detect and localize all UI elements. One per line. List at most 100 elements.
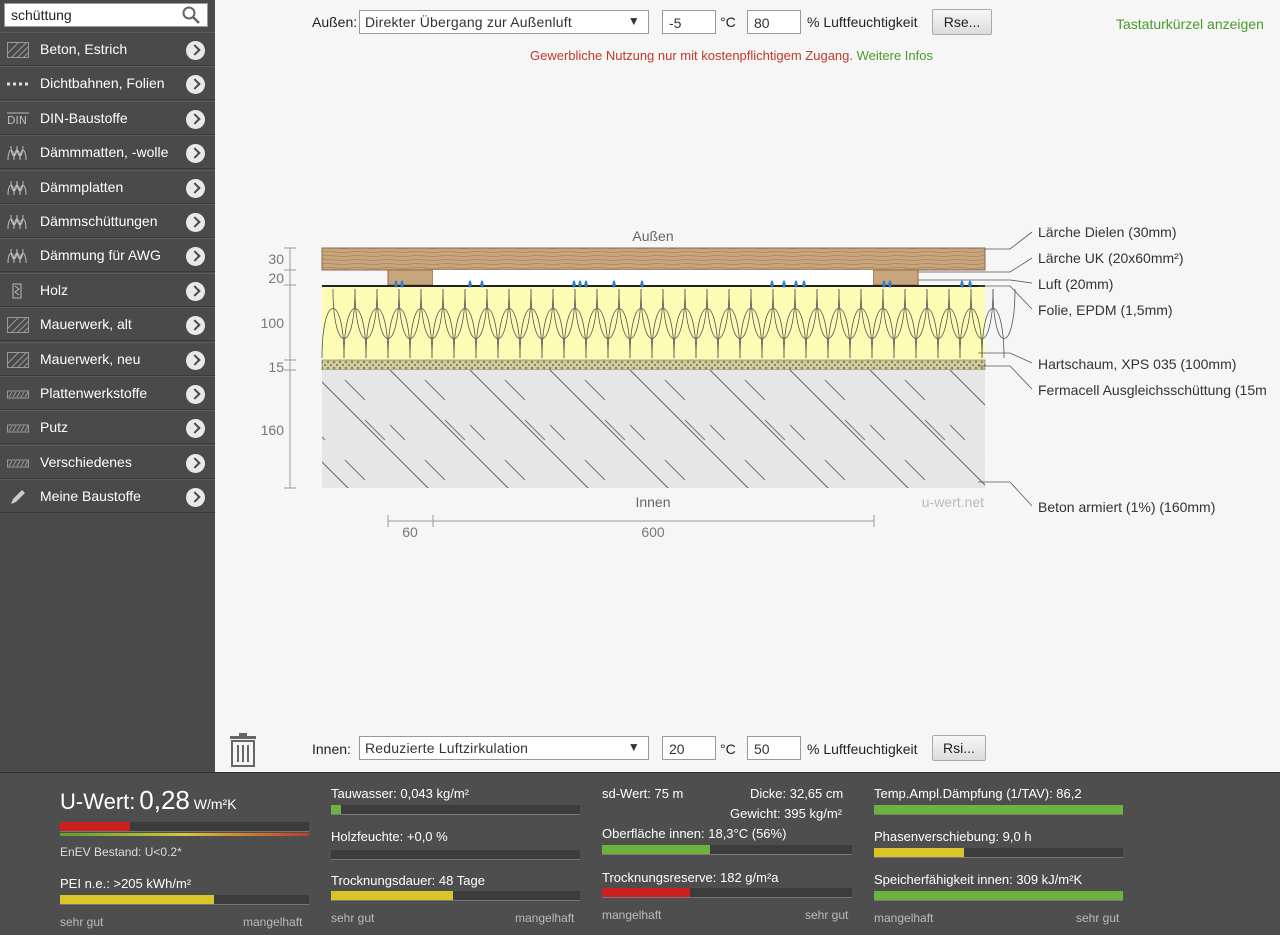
sidebar-category-label: Putz bbox=[40, 419, 69, 436]
inside-temp-input[interactable]: 20 bbox=[662, 736, 716, 760]
sidebar-category[interactable]: Mauerwerk, alt bbox=[0, 307, 215, 342]
inside-condition-select[interactable]: Reduzierte Luftzirkulation ▼ bbox=[359, 736, 649, 760]
search-input[interactable] bbox=[5, 4, 177, 26]
hatch-icon bbox=[6, 316, 30, 334]
sd-label: sd-Wert: 75 m bbox=[602, 786, 684, 801]
sidebar-category[interactable]: Putz bbox=[0, 410, 215, 445]
chevron-right-icon[interactable] bbox=[186, 385, 205, 404]
wood-icon bbox=[7, 283, 29, 299]
layer-concrete bbox=[322, 370, 985, 488]
trocknungsreserve-bar bbox=[602, 888, 852, 898]
outside-temp-unit: °C bbox=[720, 14, 736, 30]
results-panel: U-Wert: 0,28 W/m²K EnEV Bestand: U<0.2* … bbox=[0, 772, 1280, 935]
oberflaeche-bar bbox=[602, 845, 852, 855]
rsi-button[interactable]: Rsi... bbox=[932, 735, 986, 761]
outside-humidity-input[interactable]: 80 bbox=[747, 10, 801, 34]
chevron-right-icon[interactable] bbox=[186, 488, 205, 508]
layer-diagram: Außen 30 20 100 15 160 Innen u-wert.net … bbox=[230, 210, 1280, 553]
layer-label-concrete: Beton armiert (1%) (160mm) bbox=[1038, 499, 1215, 515]
sidebar-category-label: Dämmplatten bbox=[40, 178, 124, 195]
inside-label: Innen: bbox=[312, 741, 351, 757]
sidebar-category[interactable]: Beton, Estrich bbox=[0, 32, 215, 66]
scale-good-4: sehr gut bbox=[1076, 911, 1120, 925]
trash-icon[interactable] bbox=[229, 733, 257, 767]
tauwasser-bar bbox=[331, 805, 580, 815]
chevron-right-icon[interactable] bbox=[186, 247, 205, 267]
thickness-30: 30 bbox=[268, 251, 284, 267]
sidebar-category[interactable]: Dämmschüttungen bbox=[0, 204, 215, 238]
trocknungsreserve-label: Trocknungsreserve: 182 g/m²a bbox=[602, 870, 779, 885]
chevron-right-icon[interactable] bbox=[186, 109, 205, 129]
sidebar-category[interactable]: Plattenwerkstoffe bbox=[0, 376, 215, 410]
outside-condition-select[interactable]: Direkter Übergang zur Außenluft ▼ bbox=[359, 10, 649, 34]
sidebar-category[interactable]: Verschiedenes bbox=[0, 444, 215, 479]
chevron-right-icon[interactable] bbox=[186, 281, 205, 301]
thickness-20: 20 bbox=[268, 270, 284, 286]
layer-larch-boards bbox=[321, 247, 986, 271]
chevron-right-icon[interactable] bbox=[186, 213, 205, 232]
sidebar-category[interactable]: Dämmplatten bbox=[0, 169, 215, 204]
chevron-right-icon[interactable] bbox=[186, 41, 205, 60]
chevron-right-icon[interactable] bbox=[186, 144, 205, 164]
chevron-right-icon[interactable] bbox=[186, 75, 205, 95]
tauwasser-label: Tauwasser: 0,043 kg/m² bbox=[331, 786, 470, 801]
sidebar-category-label: Dämmung für AWG bbox=[40, 247, 161, 264]
thickness-160: 160 bbox=[261, 422, 285, 438]
commercial-notice: Gewerbliche Nutzung nur mit kostenpflich… bbox=[530, 48, 933, 63]
thickness-100: 100 bbox=[261, 315, 285, 331]
sidebar-category[interactable]: Mauerwerk, neu bbox=[0, 341, 215, 376]
scale-good-3: sehr gut bbox=[805, 908, 849, 922]
insulation-icon bbox=[7, 248, 29, 264]
sidebar-category-label: Dämmschüttungen bbox=[40, 213, 158, 229]
outside-label: Außen: bbox=[312, 14, 358, 30]
chevron-right-icon[interactable] bbox=[186, 453, 205, 473]
chevron-right-icon[interactable] bbox=[186, 316, 205, 336]
scale-bad-1: mangelhaft bbox=[243, 915, 303, 929]
search-box[interactable] bbox=[4, 3, 208, 27]
sidebar-category[interactable]: Dichtbahnen, Folien bbox=[0, 66, 215, 101]
oberflaeche-fill bbox=[602, 845, 710, 854]
scale-good-2: sehr gut bbox=[331, 911, 375, 925]
outside-temp-input[interactable]: -5 bbox=[662, 10, 716, 34]
thickness-dimension bbox=[284, 247, 296, 489]
dropdown-arrow-icon: ▼ bbox=[627, 740, 640, 754]
trocknungsdauer-fill bbox=[331, 891, 453, 900]
dicke-label: Dicke: 32,65 cm bbox=[750, 786, 844, 801]
inside-temp-unit: °C bbox=[720, 741, 736, 757]
shortcuts-link[interactable]: Tastaturkürzel anzeigen bbox=[1116, 16, 1264, 32]
scale-good-1: sehr gut bbox=[60, 915, 104, 929]
rse-button[interactable]: Rse... bbox=[932, 9, 992, 35]
sidebar-category[interactable]: Meine Baustoffe bbox=[0, 479, 215, 514]
outside-humidity-label: % Luftfeuchtigkeit bbox=[807, 14, 918, 30]
hatch-icon bbox=[6, 41, 30, 59]
tav-label: Temp.Ampl.Dämpfung (1/TAV): 86,2 bbox=[874, 786, 1082, 801]
sidebar-category[interactable]: Dämmung für AWG bbox=[0, 238, 215, 273]
inside-humidity-input[interactable]: 50 bbox=[747, 736, 801, 760]
uwert-fill bbox=[60, 822, 130, 831]
membrane-icon bbox=[7, 76, 29, 92]
sidebar: Beton, Estrich Dichtbahnen, Folien DIN DIN-… bbox=[0, 0, 215, 772]
speicher-bar bbox=[874, 891, 1123, 901]
more-info-link[interactable]: Weitere Infos bbox=[857, 48, 933, 63]
uwert-label: U-Wert: bbox=[60, 789, 136, 814]
phase-bar bbox=[874, 848, 1123, 858]
sidebar-category[interactable]: Dämmmatten, -wolle bbox=[0, 135, 215, 170]
layer-label-larch-batten: Lärche UK (20x60mm²) bbox=[1038, 250, 1184, 266]
notice-text: Gewerbliche Nutzung nur mit kostenpflich… bbox=[530, 48, 853, 63]
scale-bad-2: mangelhaft bbox=[515, 911, 575, 925]
enev-note: EnEV Bestand: U<0.2* bbox=[60, 845, 182, 859]
chevron-right-icon[interactable] bbox=[186, 350, 205, 370]
uwert-unit: W/m²K bbox=[193, 796, 237, 812]
sidebar-category[interactable]: DIN DIN-Baustoffe bbox=[0, 100, 215, 135]
width-dimension bbox=[387, 515, 875, 527]
pencil-icon bbox=[7, 489, 29, 505]
chevron-right-icon[interactable] bbox=[186, 419, 205, 439]
chevron-right-icon[interactable] bbox=[186, 178, 205, 198]
width-60: 60 bbox=[402, 524, 418, 540]
layer-label-xps: Hartschaum, XPS 035 (100mm) bbox=[1038, 356, 1236, 372]
layer-label-epdm: Folie, EPDM (1,5mm) bbox=[1038, 302, 1173, 318]
sidebar-category[interactable]: Holz bbox=[0, 272, 215, 307]
search-icon[interactable] bbox=[181, 6, 201, 24]
layer-air bbox=[433, 270, 873, 285]
trocknungsreserve-fill bbox=[602, 888, 690, 897]
